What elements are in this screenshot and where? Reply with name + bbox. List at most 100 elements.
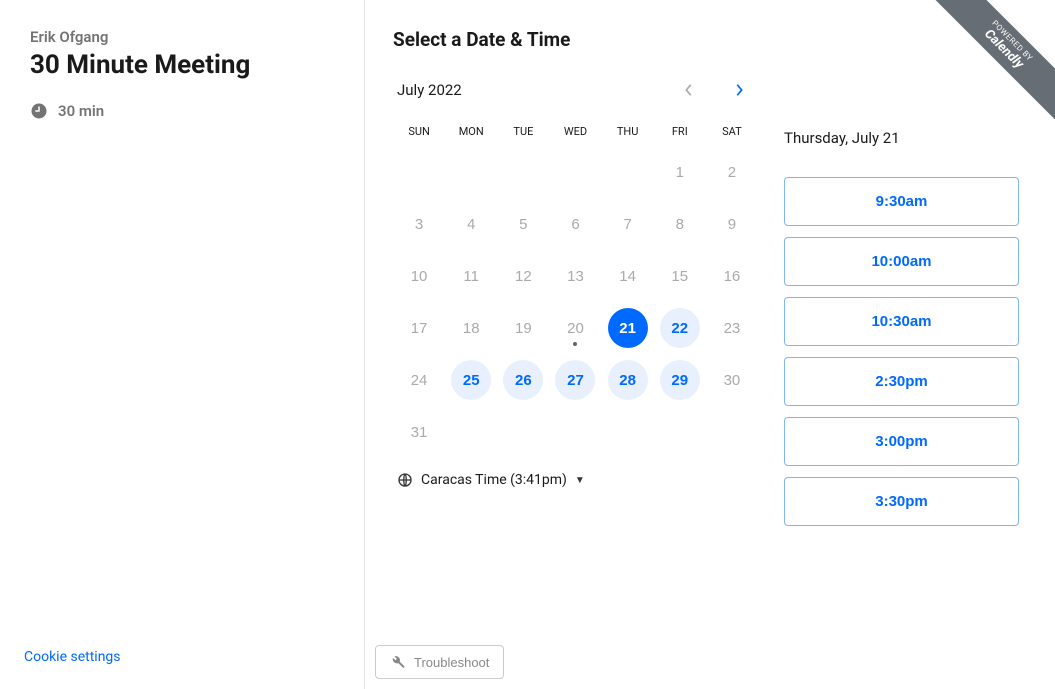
day-23: 23: [712, 308, 752, 348]
meeting-info-panel: Erik Ofgang 30 Minute Meeting 30 min Coo…: [0, 0, 365, 689]
day-blank: [445, 150, 497, 194]
wrench-icon: [390, 654, 406, 670]
timeslot-button[interactable]: 3:30pm: [784, 477, 1019, 526]
day-cell: 9: [706, 202, 758, 246]
weekday-label: TUE: [497, 119, 549, 144]
day-10: 10: [399, 256, 439, 296]
day-cell: 13: [549, 254, 601, 298]
weekday-label: SUN: [393, 119, 445, 144]
day-1: 1: [660, 152, 700, 192]
day-cell: 29: [654, 358, 706, 402]
day-blank: [393, 150, 445, 194]
next-month-button[interactable]: [724, 75, 754, 105]
day-12: 12: [503, 256, 543, 296]
day-cell: 15: [654, 254, 706, 298]
duration-label: 30 min: [58, 102, 104, 120]
day-20: 20: [555, 308, 595, 348]
section-title: Select a Date & Time: [393, 28, 1019, 51]
day-cell: 30: [706, 358, 758, 402]
weekday-label: WED: [549, 119, 601, 144]
duration-row: 30 min: [30, 102, 334, 120]
day-cell: 8: [654, 202, 706, 246]
scheduler-panel: Select a Date & Time July 2022 SUNMONTUE…: [365, 0, 1055, 689]
selected-date-label: Thursday, July 21: [784, 129, 1019, 147]
day-blank: [497, 150, 549, 194]
day-cell: 26: [497, 358, 549, 402]
day-21[interactable]: 21: [608, 308, 648, 348]
day-22[interactable]: 22: [660, 308, 700, 348]
day-cell: 11: [445, 254, 497, 298]
timezone-selector[interactable]: Caracas Time (3:41pm) ▼: [393, 472, 758, 488]
day-cell: 25: [445, 358, 497, 402]
timeslot-button[interactable]: 9:30am: [784, 177, 1019, 226]
day-30: 30: [712, 360, 752, 400]
weekday-label: MON: [445, 119, 497, 144]
timeslot-button[interactable]: 10:00am: [784, 237, 1019, 286]
globe-icon: [397, 472, 413, 488]
prev-month-button[interactable]: [674, 75, 704, 105]
day-5: 5: [503, 204, 543, 244]
day-31: 31: [399, 412, 439, 452]
chevron-right-icon: [734, 83, 744, 97]
day-cell: 4: [445, 202, 497, 246]
day-blank: [549, 150, 601, 194]
day-cell: 7: [602, 202, 654, 246]
clock-icon: [30, 102, 48, 120]
day-cell: 18: [445, 306, 497, 350]
cookie-settings-link[interactable]: Cookie settings: [24, 649, 121, 665]
day-cell: 1: [654, 150, 706, 194]
day-26[interactable]: 26: [503, 360, 543, 400]
day-7: 7: [608, 204, 648, 244]
day-27[interactable]: 27: [555, 360, 595, 400]
month-label: July 2022: [397, 81, 462, 99]
day-11: 11: [451, 256, 491, 296]
troubleshoot-label: Troubleshoot: [414, 655, 489, 670]
day-cell: 31: [393, 410, 445, 454]
day-cell: 5: [497, 202, 549, 246]
chevron-down-icon: ▼: [575, 475, 585, 486]
day-cell: 19: [497, 306, 549, 350]
day-18: 18: [451, 308, 491, 348]
day-cell: 27: [549, 358, 601, 402]
calendar-section: July 2022 SUNMONTUEWEDTHUFRISAT 12345678…: [393, 75, 758, 526]
day-28[interactable]: 28: [608, 360, 648, 400]
day-15: 15: [660, 256, 700, 296]
day-4: 4: [451, 204, 491, 244]
day-16: 16: [712, 256, 752, 296]
timeslot-button[interactable]: 2:30pm: [784, 357, 1019, 406]
today-indicator: [573, 342, 577, 346]
weekday-label: THU: [602, 119, 654, 144]
day-cell: 16: [706, 254, 758, 298]
day-cell: 10: [393, 254, 445, 298]
timeslot-button[interactable]: 10:30am: [784, 297, 1019, 346]
day-cell: 12: [497, 254, 549, 298]
day-8: 8: [660, 204, 700, 244]
day-cell: 6: [549, 202, 601, 246]
day-25[interactable]: 25: [451, 360, 491, 400]
timeslot-button[interactable]: 3:00pm: [784, 417, 1019, 466]
day-6: 6: [555, 204, 595, 244]
day-cell: 24: [393, 358, 445, 402]
day-cell: 3: [393, 202, 445, 246]
day-19: 19: [503, 308, 543, 348]
day-2: 2: [712, 152, 752, 192]
day-29[interactable]: 29: [660, 360, 700, 400]
day-9: 9: [712, 204, 752, 244]
day-cell: 17: [393, 306, 445, 350]
day-blank: [602, 150, 654, 194]
day-cell: 23: [706, 306, 758, 350]
day-cell: 21: [602, 306, 654, 350]
timezone-label: Caracas Time (3:41pm): [421, 472, 567, 488]
day-cell: 2: [706, 150, 758, 194]
host-name: Erik Ofgang: [30, 28, 334, 46]
troubleshoot-button[interactable]: Troubleshoot: [375, 645, 504, 679]
timeslot-section: Thursday, July 21 9:30am 10:00am 10:30am 2:…: [784, 75, 1019, 526]
day-13: 13: [555, 256, 595, 296]
day-cell: 20: [549, 306, 601, 350]
weekday-label: SAT: [706, 119, 758, 144]
weekday-label: FRI: [654, 119, 706, 144]
day-24: 24: [399, 360, 439, 400]
meeting-title: 30 Minute Meeting: [30, 50, 334, 80]
chevron-left-icon: [684, 83, 694, 97]
day-3: 3: [399, 204, 439, 244]
